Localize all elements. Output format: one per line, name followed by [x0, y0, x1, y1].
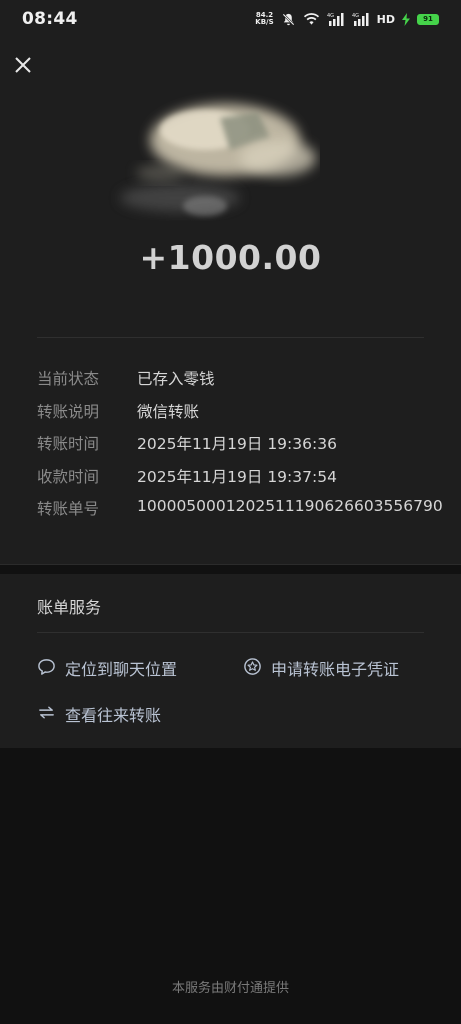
transfer-history-link[interactable]: 查看往来转账 — [37, 702, 161, 726]
status-bar: 08:44 84.2 KB/S 4G 4G HD 91 — [0, 0, 461, 38]
section-divider — [0, 564, 461, 565]
svg-text:4G: 4G — [352, 13, 359, 19]
footer-provider-text: 本服务由财付通提供 — [171, 981, 289, 996]
wifi-icon — [303, 12, 320, 26]
status-icons: 84.2 KB/S 4G 4G HD 91 — [255, 10, 439, 28]
detail-value: 2025年11月19日 19:37:54 — [137, 467, 337, 486]
detail-label: 转账时间 — [37, 435, 100, 453]
detail-row-transfer-time: 转账时间 2025年11月19日 19:36:36 — [37, 428, 437, 461]
detail-label: 转账单号 — [37, 500, 100, 518]
divider — [37, 337, 424, 338]
transfer-summary-panel: +1000.00 当前状态 已存入零钱 转账说明 微信转账 转账时间 2025年… — [0, 38, 461, 565]
detail-row-receive-time: 收款时间 2025年11月19日 19:37:54 — [37, 461, 437, 494]
detail-value: 2025年11月19日 19:36:36 — [137, 435, 337, 453]
badge-star-icon — [243, 657, 262, 680]
divider — [37, 632, 424, 633]
apply-receipt-label: 申请转账电子凭证 — [271, 660, 400, 679]
close-icon[interactable] — [10, 52, 36, 78]
detail-label: 收款时间 — [37, 467, 100, 486]
status-time: 08:44 — [22, 9, 78, 29]
detail-value: 已存入零钱 — [137, 370, 215, 388]
detail-row-status: 当前状态 已存入零钱 — [37, 363, 437, 396]
bill-services-panel: 账单服务 定位到聊天位置 申请转账电子凭证 查看往来转账 — [0, 574, 461, 748]
transfer-details: 当前状态 已存入零钱 转账说明 微信转账 转账时间 2025年11月19日 19… — [37, 363, 443, 526]
detail-row-transaction-id: 转账单号 1000050001202511190626603556790 — [37, 493, 443, 526]
charging-icon — [402, 12, 410, 26]
detail-label: 当前状态 — [37, 370, 100, 388]
avatar-image — [100, 78, 320, 228]
transfer-amount: +1000.00 — [139, 238, 322, 277]
svg-text:4G: 4G — [327, 13, 334, 19]
chat-bubble-icon — [37, 657, 56, 680]
signal-4g-icon: 4G — [352, 12, 370, 26]
network-speed: 84.2 KB/S — [255, 12, 273, 26]
swap-arrows-icon — [37, 703, 56, 726]
signal-4g-icon: 4G — [327, 12, 345, 26]
detail-row-note: 转账说明 微信转账 — [37, 396, 437, 429]
detail-value: 1000050001202511190626603556790 — [137, 497, 443, 515]
transfer-detail-page: 08:44 84.2 KB/S 4G 4G HD 91 +1000.00 当前状… — [0, 0, 461, 1024]
section-title: 账单服务 — [37, 598, 102, 617]
transfer-history-label: 查看往来转账 — [65, 706, 162, 725]
network-speed-unit: KB/S — [255, 18, 274, 26]
mute-icon — [281, 12, 296, 27]
apply-receipt-link[interactable]: 申请转账电子凭证 — [243, 656, 399, 680]
locate-chat-link[interactable]: 定位到聊天位置 — [37, 656, 177, 680]
detail-label: 转账说明 — [37, 402, 100, 421]
hd-indicator: HD — [376, 12, 395, 26]
battery-icon: 91 — [417, 13, 439, 25]
locate-chat-label: 定位到聊天位置 — [65, 660, 178, 679]
detail-value: 微信转账 — [137, 402, 200, 421]
